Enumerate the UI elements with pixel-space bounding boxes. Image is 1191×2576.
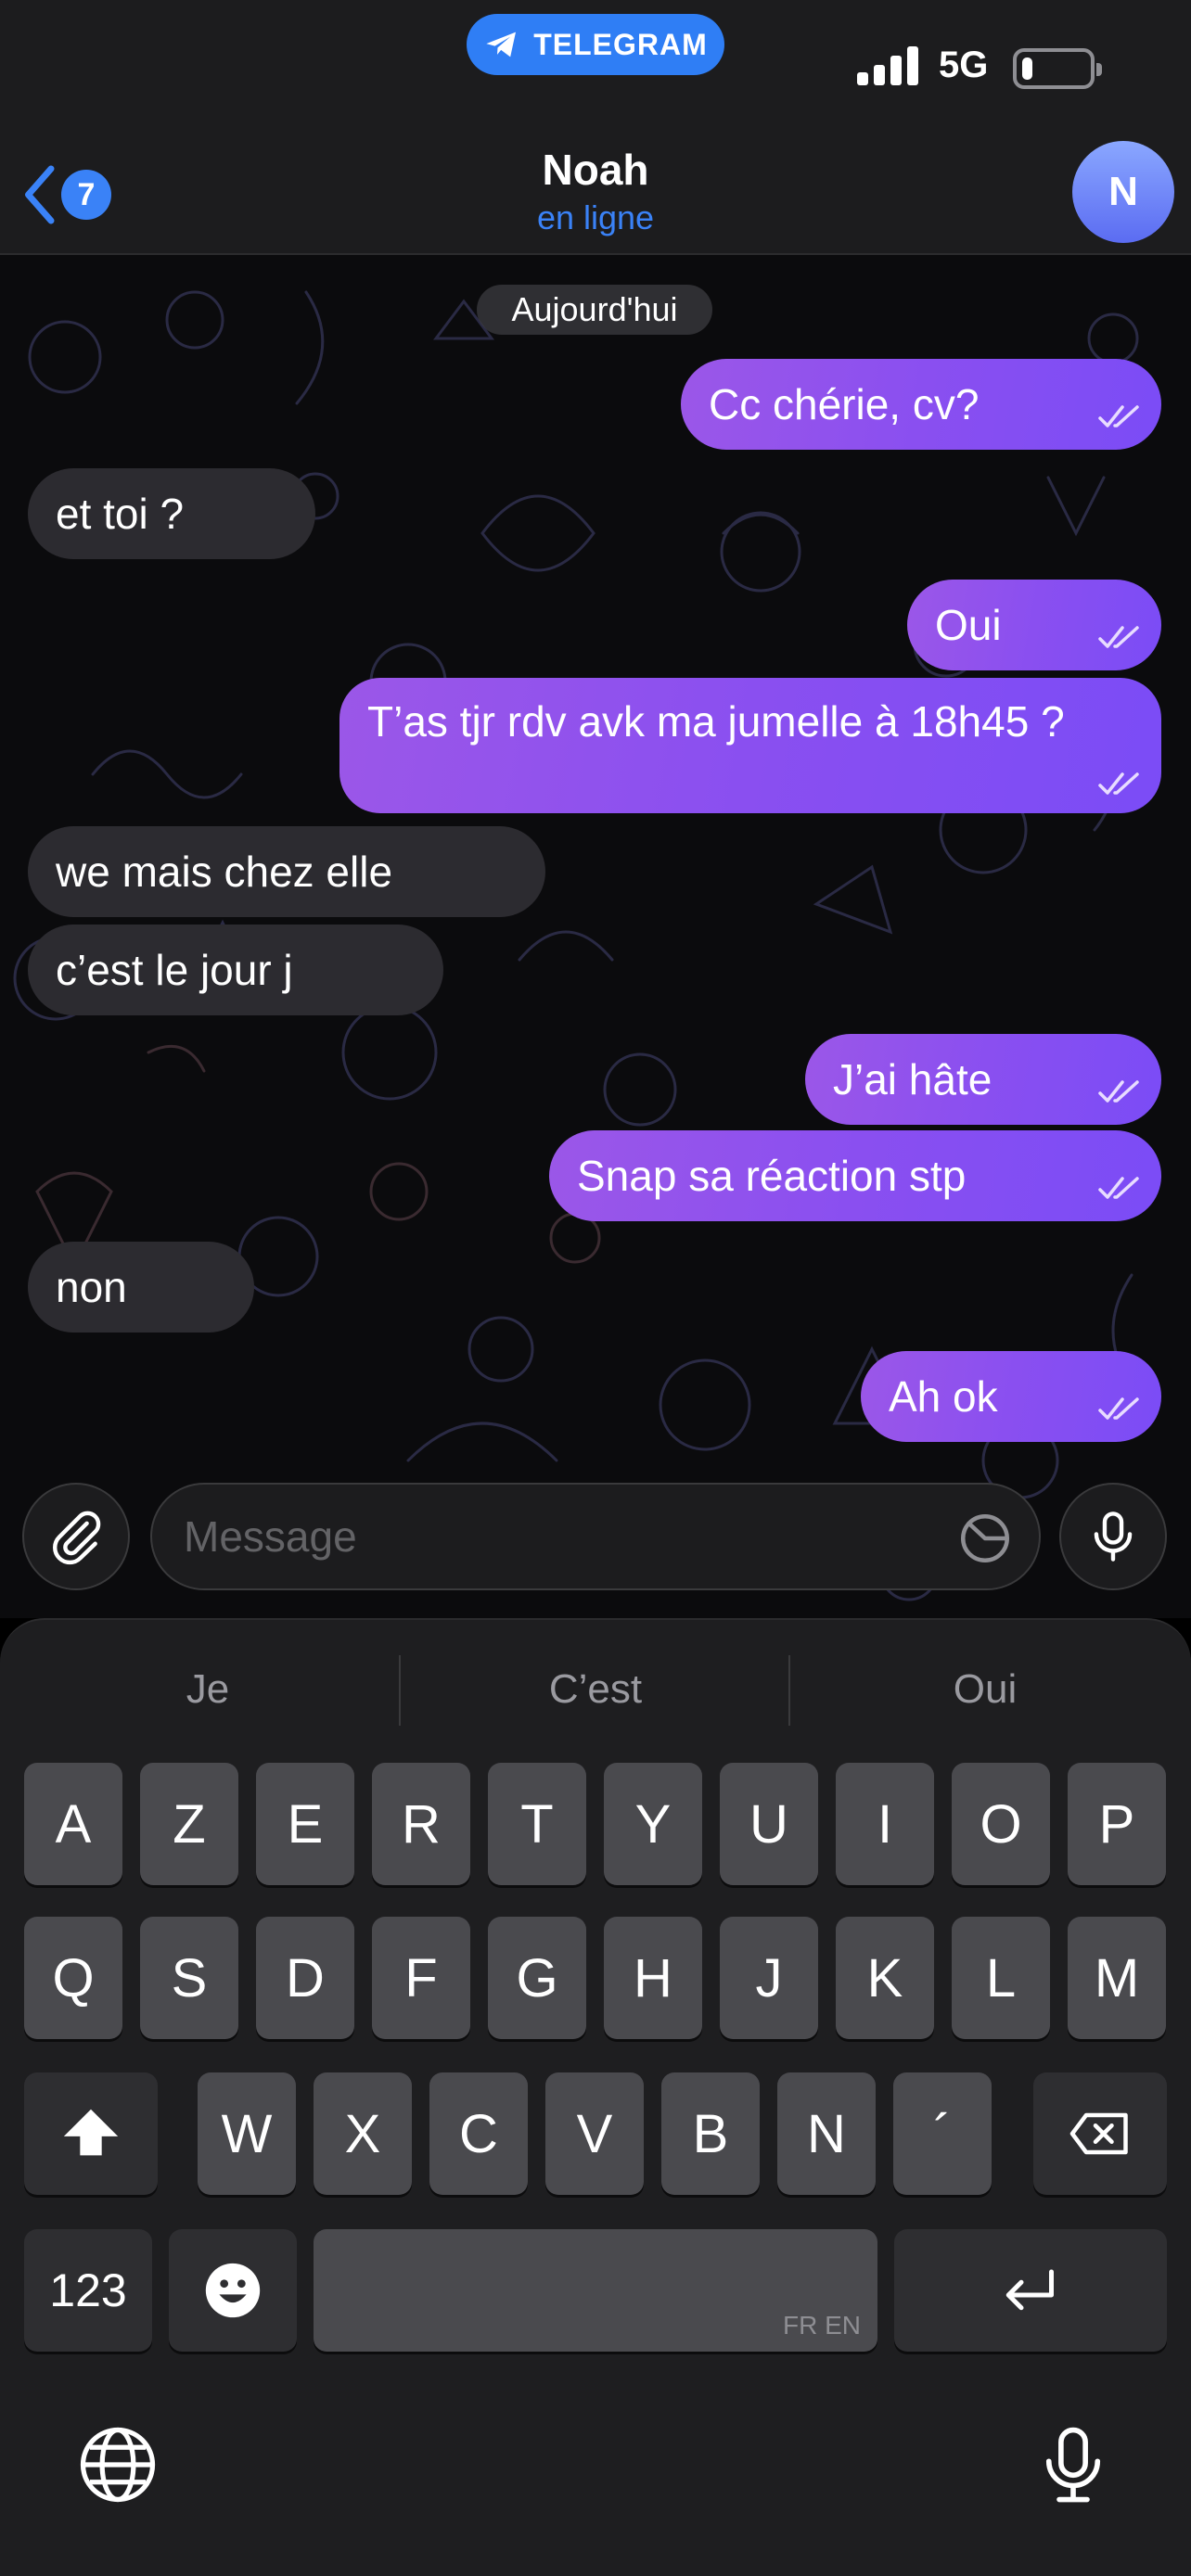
message-bubble-outgoing[interactable]: Oui [907, 580, 1161, 670]
message-bubble-outgoing[interactable]: Snap sa réaction stp [549, 1130, 1161, 1221]
message-bubble-incoming[interactable]: non [28, 1242, 254, 1333]
key-acute-accent[interactable]: ´ [893, 2072, 992, 2195]
key-k[interactable]: K [836, 1917, 934, 2039]
message-bubble-outgoing[interactable]: Ah ok [861, 1351, 1161, 1442]
key-j[interactable]: J [720, 1917, 818, 2039]
return-key[interactable] [894, 2229, 1167, 2352]
numbers-key[interactable]: 123 [24, 2229, 152, 2352]
double-check-icon [1098, 1177, 1139, 1199]
key-i[interactable]: I [836, 1763, 934, 1885]
voice-message-button[interactable] [1059, 1483, 1167, 1590]
attach-button[interactable] [22, 1483, 130, 1590]
app-pill-label: TELEGRAM [533, 27, 708, 61]
suggestion-1[interactable]: Je [13, 1657, 403, 1722]
key-e[interactable]: E [256, 1763, 354, 1885]
message-bubble-outgoing[interactable]: J’ai hâte [805, 1034, 1161, 1125]
cellular-signal-icon [857, 45, 918, 85]
message-bubble-incoming[interactable]: we mais chez elle [28, 826, 545, 917]
message-bubble-incoming[interactable]: et toi ? [28, 468, 315, 559]
emoji-key[interactable] [169, 2229, 297, 2352]
message-bubble-outgoing[interactable]: Cc chérie, cv? [681, 359, 1161, 450]
contact-name[interactable]: Noah [0, 145, 1191, 195]
key-u[interactable]: U [720, 1763, 818, 1885]
message-text: c’est le jour j [56, 946, 293, 994]
message-input-container[interactable] [150, 1483, 1041, 1590]
key-m[interactable]: M [1068, 1917, 1166, 2039]
emoji-icon [205, 2263, 261, 2318]
message-text: Ah ok [889, 1372, 998, 1421]
keyboard: Je C’est Oui A Z E R T Y U I O P Q S D F… [0, 1618, 1191, 2576]
battery-icon [1013, 48, 1102, 89]
key-d[interactable]: D [256, 1917, 354, 2039]
key-w[interactable]: W [198, 2072, 296, 2195]
double-check-icon [1098, 772, 1139, 795]
key-v[interactable]: V [545, 2072, 644, 2195]
key-a[interactable]: A [24, 1763, 122, 1885]
suggestion-3[interactable]: Oui [790, 1657, 1180, 1722]
contact-status: en ligne [536, 198, 655, 236]
key-p[interactable]: P [1068, 1763, 1166, 1885]
key-h[interactable]: H [604, 1917, 702, 2039]
message-input[interactable] [184, 1485, 926, 1588]
key-l[interactable]: L [952, 1917, 1050, 2039]
key-r[interactable]: R [372, 1763, 470, 1885]
space-key[interactable]: FR EN [314, 2229, 877, 2352]
key-t[interactable]: T [488, 1763, 586, 1885]
microphone-icon [1094, 1511, 1133, 1562]
message-text: Snap sa réaction stp [577, 1152, 967, 1200]
suggestion-2[interactable]: C’est [401, 1657, 790, 1722]
key-z[interactable]: Z [140, 1763, 238, 1885]
message-composer [0, 1479, 1191, 1600]
chat-area[interactable]: Aujourd'hui Cc chérie, cv? et toi ? Oui … [0, 255, 1191, 1618]
double-check-icon [1098, 1397, 1139, 1420]
space-language-label: FR EN [783, 2311, 861, 2340]
key-q[interactable]: Q [24, 1917, 122, 2039]
shift-arrow-icon [63, 2109, 119, 2156]
predictive-bar: Je C’est Oui [0, 1620, 1191, 1754]
message-text: Cc chérie, cv? [709, 380, 980, 428]
message-text: et toi ? [56, 490, 185, 538]
chat-header: 7 Noah en ligne N [0, 130, 1191, 255]
message-text: we mais chez elle [56, 848, 393, 896]
double-check-icon [1098, 626, 1139, 648]
sticker-icon[interactable] [957, 1511, 1013, 1566]
shift-key[interactable] [24, 2072, 158, 2195]
paperclip-icon [53, 1511, 101, 1565]
message-bubble-incoming[interactable]: c’est le jour j [28, 925, 443, 1015]
dictation-microphone-icon[interactable] [1031, 2423, 1115, 2506]
key-x[interactable]: X [314, 2072, 412, 2195]
message-text: Oui [935, 601, 1002, 649]
network-type: 5G [939, 45, 989, 85]
double-check-icon [1098, 1080, 1139, 1103]
telegram-app-pill[interactable]: TELEGRAM [467, 14, 724, 75]
battery-level [1022, 57, 1032, 80]
globe-icon[interactable] [76, 2423, 160, 2506]
message-text: J’ai hâte [833, 1055, 992, 1103]
telegram-icon [486, 32, 517, 57]
message-text: non [56, 1263, 127, 1311]
key-c[interactable]: C [429, 2072, 528, 2195]
key-n[interactable]: N [777, 2072, 876, 2195]
message-bubble-outgoing[interactable]: T’as tjr rdv avk ma jumelle à 18h45 ? [339, 678, 1161, 813]
key-f[interactable]: F [372, 1917, 470, 2039]
double-check-icon [1098, 405, 1139, 427]
key-o[interactable]: O [952, 1763, 1050, 1885]
backspace-icon [1069, 2112, 1128, 2155]
avatar[interactable]: N [1072, 141, 1174, 243]
message-text: T’as tjr rdv avk ma jumelle à 18h45 ? [367, 697, 1065, 746]
key-b[interactable]: B [661, 2072, 760, 2195]
status-bar: TELEGRAM 5G [0, 0, 1191, 130]
key-g[interactable]: G [488, 1917, 586, 2039]
return-arrow-icon [1005, 2269, 1054, 2311]
date-separator: Aujourd'hui [477, 285, 712, 335]
key-s[interactable]: S [140, 1917, 238, 2039]
key-y[interactable]: Y [604, 1763, 702, 1885]
delete-key[interactable] [1033, 2072, 1167, 2195]
